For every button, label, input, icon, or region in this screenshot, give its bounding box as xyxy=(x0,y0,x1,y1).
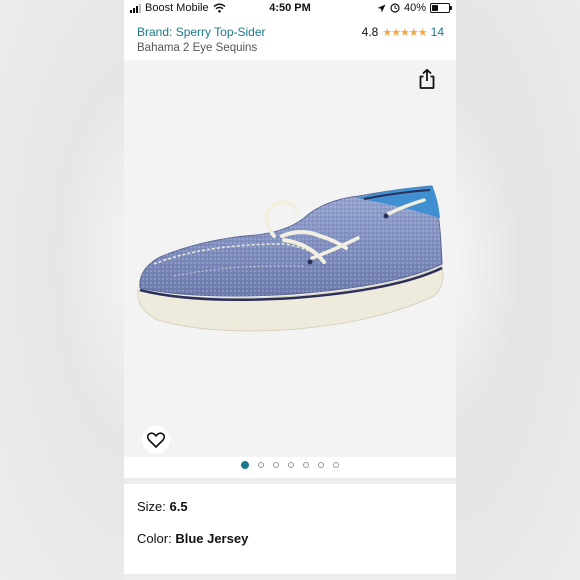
status-bar: Boost Mobile 4:50 PM 40% xyxy=(124,0,456,18)
product-name: Bahama 2 Eye Sequins xyxy=(137,42,258,54)
wishlist-button[interactable] xyxy=(142,426,170,454)
brand-link[interactable]: Brand: Sperry Top-Sider xyxy=(137,25,266,39)
background-blur-left xyxy=(0,0,124,580)
pagination-dot[interactable] xyxy=(333,462,339,468)
section-divider xyxy=(124,478,456,484)
pagination-dot[interactable] xyxy=(273,462,279,468)
product-image-gallery[interactable] xyxy=(124,60,456,457)
product-image xyxy=(137,185,444,332)
rating-summary[interactable]: 4.8 ★★★★★ 14 xyxy=(362,25,444,39)
location-icon xyxy=(377,4,386,12)
battery-fill xyxy=(432,5,438,11)
battery-tip xyxy=(450,6,452,10)
pagination-dot[interactable] xyxy=(288,462,294,468)
battery-icon xyxy=(430,3,452,13)
color-label: Color: xyxy=(137,531,172,546)
review-count[interactable]: 14 xyxy=(431,25,444,39)
size-selector[interactable]: Size: 6.5 xyxy=(137,499,188,514)
pagination-dot[interactable] xyxy=(318,462,324,468)
alarm-icon xyxy=(390,3,400,13)
battery-percent: 40% xyxy=(403,2,426,14)
rating-stars: ★★★★★ xyxy=(382,26,427,39)
size-value: 6.5 xyxy=(169,499,188,514)
heart-icon xyxy=(147,432,165,448)
phone-screen: Boost Mobile 4:50 PM 40% Brand: Sperry T… xyxy=(124,0,456,580)
section-divider xyxy=(124,574,456,580)
pagination-dot[interactable] xyxy=(303,462,309,468)
gallery-pagination[interactable] xyxy=(124,461,456,469)
color-value: Blue Jersey xyxy=(175,531,249,546)
pagination-dot[interactable] xyxy=(258,462,264,468)
status-right: 40% xyxy=(377,2,452,14)
color-selector[interactable]: Color: Blue Jersey xyxy=(137,531,248,546)
share-icon[interactable] xyxy=(416,68,438,90)
size-label: Size: xyxy=(137,499,166,514)
pagination-dot[interactable] xyxy=(241,461,249,469)
background-blur-right xyxy=(456,0,580,580)
rating-value: 4.8 xyxy=(361,25,379,39)
